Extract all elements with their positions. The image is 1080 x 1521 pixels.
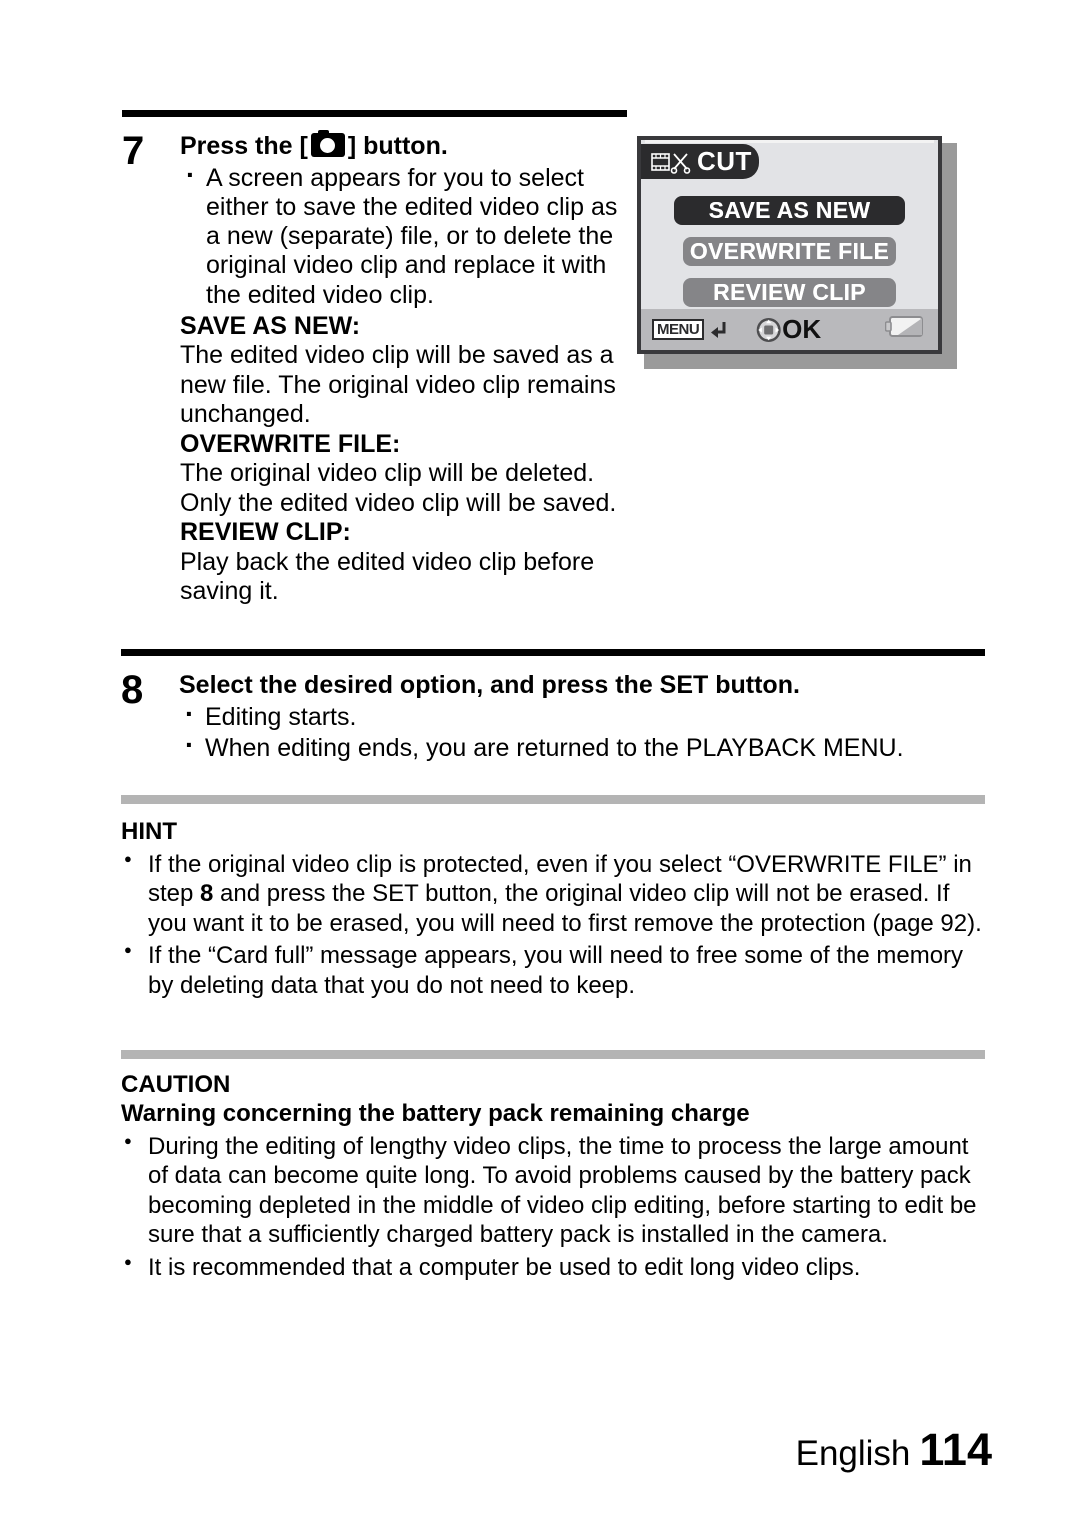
- list-item: Editing starts.: [179, 697, 985, 732]
- step-8-rule: [121, 649, 985, 656]
- caution-list: During the editing of lengthy video clip…: [121, 1132, 985, 1283]
- definition-description: The edited video clip will be saved as a…: [180, 341, 616, 429]
- lcd-status-bar: MENU OK: [641, 309, 938, 350]
- step-8: 8 Select the desired option, and press t…: [121, 656, 985, 763]
- definition-term: REVIEW CLIP:: [180, 518, 351, 547]
- menu-button-hint[interactable]: MENU: [652, 319, 729, 341]
- hint-separator: [121, 795, 985, 804]
- menu-label: MENU: [652, 319, 705, 340]
- step-8-number: 8: [121, 668, 143, 712]
- footer-page-number: 114: [919, 1424, 992, 1475]
- ok-button-hint[interactable]: OK: [755, 314, 821, 345]
- list-item: When editing ends, you are returned to t…: [179, 729, 985, 763]
- lcd-screen: CUT SAVE AS NEW OVERWRITE FILE REVIEW CL…: [637, 136, 942, 354]
- list-item: It is recommended that a computer be use…: [121, 1253, 985, 1283]
- ok-label: OK: [782, 314, 822, 344]
- hint-heading: HINT: [121, 818, 177, 845]
- list-item: If the “Card full” message appears, you …: [121, 941, 985, 1000]
- definition-description: Play back the edited video clip before s…: [180, 547, 595, 606]
- hint-section: HINT If the original video clip is prote…: [121, 810, 985, 1000]
- film-strip-scissors-icon: [651, 150, 693, 174]
- lcd-title-label: CUT: [697, 146, 752, 176]
- step-8-bullets: Editing starts. When editing ends, you a…: [179, 697, 985, 764]
- step-7: 7 Press the [ ] button. A screen appears …: [122, 117, 627, 607]
- page-footer: English 114: [796, 1424, 992, 1476]
- battery-half-icon: [884, 315, 925, 344]
- step-7-rule: [122, 110, 627, 117]
- lcd-option-review-clip[interactable]: REVIEW CLIP: [683, 278, 896, 307]
- camera-shutter-icon: [310, 130, 345, 157]
- footer-language: English: [795, 1434, 911, 1473]
- step-7-definitions: SAVE AS NEW: The edited video clip will …: [180, 312, 627, 607]
- return-arrow-icon: [707, 319, 729, 341]
- caution-section: CAUTION Warning concerning the battery p…: [121, 1063, 985, 1282]
- manual-page: 7 Press the [ ] button. A screen appears …: [0, 0, 1080, 1521]
- lcd-inner-highlight: [645, 140, 934, 143]
- step-7-number: 7: [122, 129, 144, 173]
- definition-description: The original video clip will be deleted.…: [180, 459, 617, 517]
- hint-list: If the original video clip is protected,…: [121, 850, 985, 1001]
- dpad-icon: [755, 317, 781, 343]
- caution-subheading: Warning concerning the battery pack rema…: [121, 1099, 750, 1127]
- step-8-title: Select the desired option, and press the…: [179, 671, 800, 699]
- list-item: A screen appears for you to select eithe…: [180, 158, 627, 310]
- step-7-title-after: ] button.: [347, 132, 448, 160]
- lcd-option-save-as-new[interactable]: SAVE AS NEW: [674, 196, 905, 225]
- hint-item-step-ref: 8: [200, 880, 214, 908]
- list-item: If the original video clip is protected,…: [121, 850, 985, 939]
- definition-term: OVERWRITE FILE:: [180, 429, 401, 458]
- hint-item-part2: and press the SET button, the original v…: [148, 880, 982, 937]
- lcd-option-overwrite-file[interactable]: OVERWRITE FILE: [683, 237, 896, 266]
- definition-term: SAVE AS NEW:: [180, 311, 361, 340]
- step-7-title-before: Press the [: [180, 132, 308, 160]
- step-7-bullets: A screen appears for you to select eithe…: [180, 158, 627, 310]
- step-7-title: Press the [ ] button.: [180, 117, 627, 162]
- lcd-option-list: SAVE AS NEW OVERWRITE FILE REVIEW CLIP: [641, 196, 938, 319]
- camera-lcd-illustration: CUT SAVE AS NEW OVERWRITE FILE REVIEW CL…: [637, 136, 957, 369]
- caution-separator: [121, 1050, 985, 1059]
- caution-heading: CAUTION: [121, 1071, 231, 1098]
- list-item: During the editing of lengthy video clip…: [121, 1132, 985, 1250]
- lcd-title-bar: CUT: [641, 144, 759, 179]
